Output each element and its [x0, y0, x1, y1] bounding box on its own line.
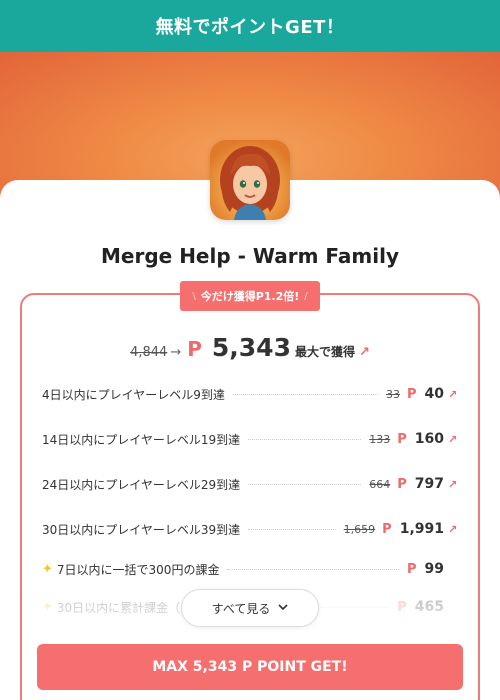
app-icon-illustration [210, 140, 290, 220]
dotted-leader [227, 568, 399, 570]
summary-currency: P [187, 337, 202, 361]
task-points: 1,991 [399, 521, 444, 537]
summary-label: 最大で獲得 [294, 345, 355, 359]
summary-value: 5,343 [211, 333, 291, 362]
arrow-up-right-icon: ↗ [448, 522, 458, 536]
task-currency: P [397, 599, 407, 615]
app-icon [210, 140, 290, 220]
task-old-points: 33 [385, 387, 400, 401]
task-currency: P [382, 521, 392, 537]
task-points: 40 [424, 386, 444, 402]
dotted-leader [248, 483, 362, 485]
task-label: 24日以内にプレイヤーレベル29到達 [42, 477, 241, 492]
sparkle-icon: ✦ [42, 561, 53, 577]
task-label: 4日以内にプレイヤーレベル9到達 [42, 387, 225, 402]
boost-badge-label: 今だけ獲得P1.2倍! [200, 290, 300, 303]
summary-old-value: 4,844 [130, 345, 168, 360]
see-all-label: すべて見る [211, 601, 271, 616]
max-points-summary: 4,844 → P 5,343 最大で獲得 ↗ [0, 333, 500, 362]
task-label: 14日以内にプレイヤーレベル19到達 [42, 432, 241, 447]
task-currency: P [406, 386, 417, 402]
get-points-label: MAX 5,343 P POINT GET! [152, 659, 348, 675]
task-currency: P [406, 561, 417, 577]
task-old-points: 1,659 [343, 522, 376, 536]
arrow-up-right-icon: ↗ [448, 432, 458, 446]
arrow-right-icon: → [170, 345, 182, 360]
task-currency: P [397, 476, 407, 492]
see-all-button[interactable]: すべて見る [181, 589, 319, 627]
arrow-up-right-icon: ↗ [358, 345, 370, 360]
task-row: ✦ 7日以内に一括で300円の課金 P 99 [42, 559, 460, 579]
task-row: 24日以内にプレイヤーレベル29到達 664 P 797 ↗ [42, 474, 460, 494]
task-row: 4日以内にプレイヤーレベル9到達 33 P 40 ↗ [42, 384, 460, 404]
banner-title: 無料でポイントGET！ [155, 17, 345, 38]
arrow-up-right-icon: ↗ [448, 477, 458, 491]
app-title: Merge Help - Warm Family [101, 244, 399, 268]
decor-slash-right: / [304, 290, 308, 302]
task-points: 160 [414, 431, 444, 447]
task-label: 30日以内に累計課金（5 [56, 600, 188, 615]
task-points: 99 [424, 561, 444, 577]
boost-badge: \ 今だけ獲得P1.2倍! / [180, 281, 320, 311]
task-points: 797 [414, 476, 444, 492]
dotted-leader [232, 393, 378, 395]
task-currency: P [397, 431, 407, 447]
sparkle-icon: ✦ [42, 599, 53, 615]
task-row: 30日以内にプレイヤーレベル39到達 1,659 P 1,991 ↗ [42, 519, 460, 539]
decor-slash-left: \ [192, 290, 196, 302]
arrow-up-right-icon: ↗ [448, 387, 458, 401]
task-old-points: 133 [369, 432, 391, 446]
task-points: 465 [414, 599, 444, 615]
top-banner: 無料でポイントGET！ [0, 0, 500, 52]
task-old-points: 664 [369, 477, 391, 491]
task-label: 7日以内に一括で300円の課金 [56, 562, 220, 577]
chevron-down-icon [278, 603, 288, 614]
dotted-leader [248, 528, 336, 530]
get-points-button[interactable]: MAX 5,343 P POINT GET! [37, 644, 463, 690]
task-row: 14日以内にプレイヤーレベル19到達 133 P 160 ↗ [42, 429, 460, 449]
task-label: 30日以内にプレイヤーレベル39到達 [42, 522, 241, 537]
dotted-leader [248, 438, 362, 440]
